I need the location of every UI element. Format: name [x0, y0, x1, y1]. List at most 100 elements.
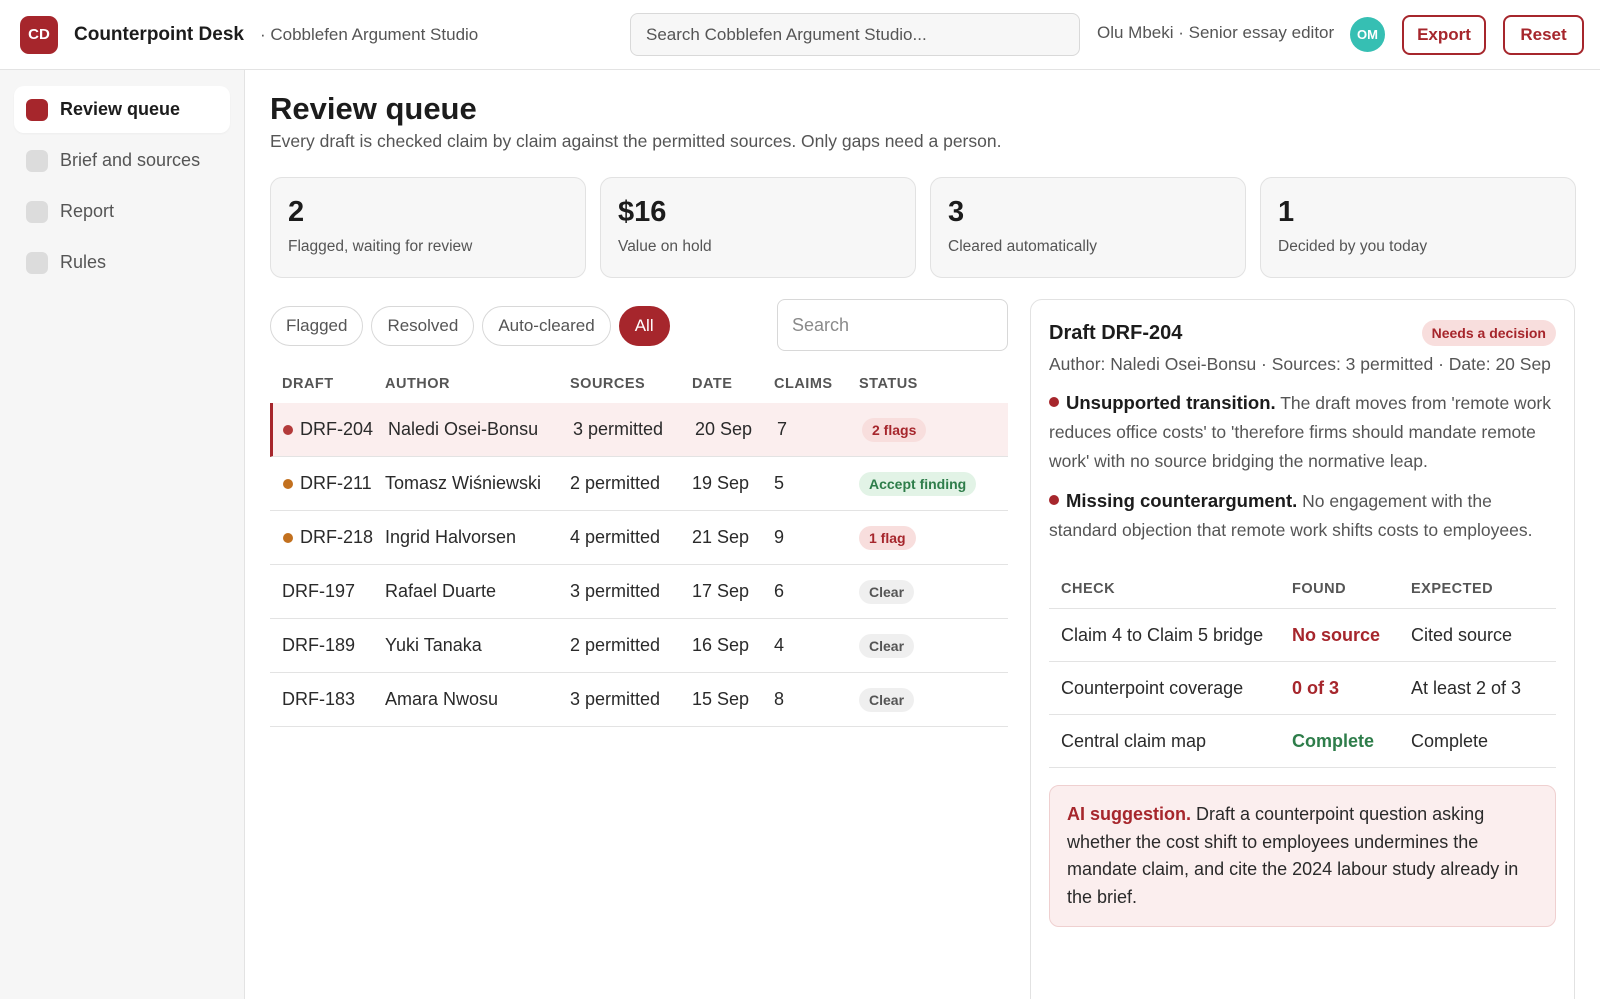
cell-status: Clear	[859, 579, 1008, 604]
finding-item: Missing counterargument. No engagement w…	[1049, 486, 1556, 545]
draft-id: DRF-189	[282, 635, 356, 655]
detail-title: Draft DRF-204	[1049, 321, 1183, 344]
user-info: Olu Mbeki · Senior essay editor	[1097, 23, 1335, 42]
status-badge: 2 flags	[862, 417, 927, 442]
cell-draft: DRF-204	[273, 419, 388, 440]
draft-id: DRF-183	[282, 689, 356, 709]
check-found: 0 of 3	[1292, 677, 1340, 698]
filter-resolved[interactable]: Resolved	[371, 306, 475, 346]
table-row[interactable]: DRF-189 Yuki Tanaka 2 permitted 16 Sep 4…	[270, 619, 1008, 673]
checks-table: CHECK FOUND EXPECTED Claim 4 to Claim 5 …	[1049, 569, 1556, 768]
col-draft: DRAFT	[282, 376, 334, 392]
cell-date: 16 Sep	[692, 635, 750, 655]
table-row[interactable]: DRF-183 Amara Nwosu 3 permitted 15 Sep 8…	[270, 673, 1008, 727]
cell-status: Clear	[859, 633, 1008, 658]
stat-value: 3	[948, 196, 965, 228]
check-row: Central claim map Complete Complete	[1049, 715, 1556, 768]
col-sources: SOURCES	[570, 376, 646, 392]
sidebar-item-report[interactable]: Report	[14, 188, 230, 235]
sidebar-item-label: Rules	[60, 252, 107, 272]
flag-dot-icon	[1049, 495, 1059, 505]
finding-title: Missing counterargument.	[1066, 490, 1298, 511]
draft-detail-panel: Draft DRF-204 Needs a decision Author: N…	[1030, 299, 1575, 999]
cell-date: 20 Sep	[695, 419, 753, 439]
finding-title: Unsupported transition.	[1066, 392, 1276, 413]
table-row[interactable]: DRF-211 Tomasz Wiśniewski 2 permitted 19…	[270, 457, 1008, 511]
stat-label: Decided by you today	[1278, 238, 1428, 255]
stat-label: Cleared automatically	[948, 238, 1098, 255]
col-date: DATE	[692, 376, 733, 392]
sidebar-item-rules[interactable]: Rules	[14, 239, 230, 286]
col-expected: EXPECTED	[1411, 580, 1494, 597]
review-queue-icon	[26, 98, 48, 121]
filter-flagged[interactable]: Flagged	[270, 306, 364, 346]
ai-suggestion-label: AI suggestion.	[1067, 804, 1192, 824]
finding-item: Unsupported transition. The draft moves …	[1049, 388, 1556, 476]
detail-meta: Author: Naledi Osei-Bonsu · Sources: 3 p…	[1049, 354, 1551, 374]
flag-dot-icon	[1049, 397, 1059, 407]
cell-sources: 3 permitted	[570, 581, 661, 601]
draft-id: DRF-204	[300, 419, 374, 439]
cell-author: Naledi Osei-Bonsu	[388, 419, 539, 439]
cell-author: Rafael Duarte	[385, 581, 497, 601]
sidebar: Review queue Brief and sources Report Ru…	[0, 70, 245, 999]
workspace-name: · Cobblefen Argument Studio	[259, 24, 479, 44]
stat-value: $16	[618, 196, 667, 228]
table-row[interactable]: DRF-204 Naledi Osei-Bonsu 3 permitted 20…	[270, 403, 1008, 457]
filter-auto-cleared[interactable]: Auto-cleared	[482, 306, 611, 346]
status-dot-icon	[283, 532, 293, 543]
table-header: DRAFT AUTHOR SOURCES DATE CLAIMS STATUS	[270, 365, 1008, 403]
table-search-input[interactable]: Search	[777, 299, 1008, 351]
cell-date: 15 Sep	[692, 689, 750, 709]
page-subtitle: Every draft is checked claim by claim ag…	[270, 131, 1002, 151]
cell-claims: 8	[774, 689, 785, 709]
cell-sources: 3 permitted	[573, 419, 664, 439]
table-search-placeholder: Search	[792, 314, 850, 335]
cell-claims: 9	[774, 527, 785, 547]
cell-draft: DRF-183	[270, 689, 385, 710]
check-found: No source	[1292, 624, 1381, 645]
ai-suggestion: AI suggestion. Draft a counterpoint ques…	[1049, 785, 1556, 927]
checks-header: CHECK FOUND EXPECTED	[1049, 569, 1556, 609]
cell-author: Yuki Tanaka	[385, 635, 482, 655]
filter-all[interactable]: All	[618, 306, 670, 346]
stat-card-value-on-hold: $16 Value on hold	[600, 177, 916, 278]
app-logo: CD	[20, 15, 58, 54]
status-dot-icon	[283, 424, 293, 435]
status-badge: Clear	[859, 687, 915, 712]
export-button[interactable]: Export	[1402, 15, 1486, 55]
col-check: CHECK	[1061, 580, 1116, 597]
check-name: Central claim map	[1061, 730, 1207, 751]
table-row[interactable]: DRF-197 Rafael Duarte 3 permitted 17 Sep…	[270, 565, 1008, 619]
app-title: Counterpoint Desk	[74, 23, 244, 45]
sidebar-item-label: Brief and sources	[60, 150, 201, 170]
sidebar-item-label: Review queue	[60, 99, 181, 119]
check-row: Claim 4 to Claim 5 bridge No source Cite…	[1049, 609, 1556, 662]
reset-button[interactable]: Reset	[1503, 15, 1584, 55]
stat-card-decided: 1 Decided by you today	[1260, 177, 1576, 278]
stat-label: Value on hold	[618, 238, 712, 255]
stat-card-flagged: 2 Flagged, waiting for review	[270, 177, 586, 278]
global-search-placeholder: Search Cobblefen Argument Studio...	[646, 24, 927, 44]
draft-id: DRF-218	[300, 527, 374, 547]
cell-draft: DRF-197	[270, 581, 385, 602]
cell-sources: 2 permitted	[570, 473, 661, 493]
sidebar-item-label: Report	[60, 201, 115, 221]
check-expected: At least 2 of 3	[1411, 677, 1522, 698]
cell-sources: 3 permitted	[570, 689, 661, 709]
report-icon	[26, 200, 48, 223]
cell-draft: DRF-189	[270, 635, 385, 656]
avatar[interactable]: OM	[1350, 17, 1385, 52]
table-row[interactable]: DRF-218 Ingrid Halvorsen 4 permitted 21 …	[270, 511, 1008, 565]
cell-author: Tomasz Wiśniewski	[385, 473, 542, 493]
stat-value: 2	[288, 196, 305, 228]
sidebar-item-review-queue[interactable]: Review queue	[14, 86, 230, 133]
sidebar-item-brief-and-sources[interactable]: Brief and sources	[14, 137, 230, 184]
cell-date: 21 Sep	[692, 527, 750, 547]
draft-id: DRF-211	[300, 473, 372, 493]
cell-status: 1 flag	[859, 525, 1008, 550]
cell-claims: 7	[777, 419, 788, 439]
rules-icon	[26, 251, 48, 274]
global-search-input[interactable]: Search Cobblefen Argument Studio...	[630, 13, 1080, 56]
cell-status: Clear	[859, 687, 1008, 712]
